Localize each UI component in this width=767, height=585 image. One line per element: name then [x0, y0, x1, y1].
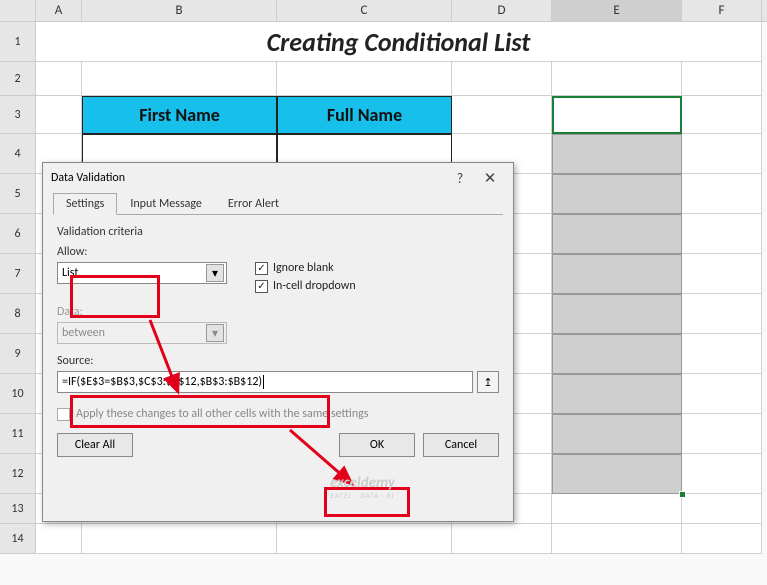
cell-B14[interactable]	[82, 524, 277, 554]
dialog-title: Data Validation	[51, 171, 445, 185]
cell-E6[interactable]	[552, 214, 682, 254]
table-header-first-name[interactable]: First Name	[82, 96, 277, 134]
cell-D2[interactable]	[452, 62, 552, 96]
row-label-4[interactable]: 4	[0, 134, 36, 174]
ignore-blank-checkbox[interactable]: ✓	[255, 262, 268, 275]
row-label-5[interactable]: 5	[0, 174, 36, 214]
cell-E12[interactable]	[552, 454, 682, 494]
row-label-9[interactable]: 9	[0, 334, 36, 374]
cell-C14[interactable]	[277, 524, 452, 554]
col-head-D[interactable]: D	[452, 0, 552, 21]
source-value: =IF($E$3=$B$3,$C$3:$C$12,$B$3:$B$12)	[62, 375, 262, 389]
tab-error-alert[interactable]: Error Alert	[215, 193, 292, 215]
col-head-F[interactable]: F	[682, 0, 762, 21]
row-label-10[interactable]: 10	[0, 374, 36, 414]
range-picker-button[interactable]: ↥	[477, 371, 499, 393]
cancel-button[interactable]: Cancel	[423, 433, 499, 457]
cell-D3[interactable]	[452, 96, 552, 134]
col-head-C[interactable]: C	[277, 0, 452, 21]
in-cell-dropdown-checkbox[interactable]: ✓	[255, 280, 268, 293]
cell-A3[interactable]	[36, 96, 82, 134]
table-header-full-name[interactable]: Full Name	[277, 96, 452, 134]
cell-E5[interactable]	[552, 174, 682, 214]
col-head-A[interactable]: A	[36, 0, 82, 21]
cell-F8[interactable]	[682, 294, 762, 334]
col-head-B[interactable]: B	[82, 0, 277, 21]
cell-A2[interactable]	[36, 62, 82, 96]
cell-F14[interactable]	[682, 524, 762, 554]
cell-E10[interactable]	[552, 374, 682, 414]
cell-F12[interactable]	[682, 454, 762, 494]
column-header-row: A B C D E F	[0, 0, 767, 22]
row-label-6[interactable]: 6	[0, 214, 36, 254]
cell-F9[interactable]	[682, 334, 762, 374]
apply-all-checkbox	[57, 408, 70, 421]
in-cell-dropdown-label: In-cell dropdown	[273, 279, 356, 293]
cell-A14[interactable]	[36, 524, 82, 554]
data-value: between	[62, 326, 105, 340]
cell-D14[interactable]	[452, 524, 552, 554]
cell-F7[interactable]	[682, 254, 762, 294]
page-title: Creating Conditional List	[36, 22, 762, 62]
cell-E7[interactable]	[552, 254, 682, 294]
cell-E11[interactable]	[552, 414, 682, 454]
allow-label: Allow:	[57, 245, 237, 259]
row-label-11[interactable]: 11	[0, 414, 36, 454]
row-label-7[interactable]: 7	[0, 254, 36, 294]
allow-value: List	[62, 266, 78, 280]
apply-all-label: Apply these changes to all other cells w…	[76, 407, 368, 421]
row-label-14[interactable]: 14	[0, 524, 36, 554]
cell-E2[interactable]	[552, 62, 682, 96]
cell-F10[interactable]	[682, 374, 762, 414]
cell-F2[interactable]	[682, 62, 762, 96]
ok-button[interactable]: OK	[339, 433, 415, 457]
row-label-3[interactable]: 3	[0, 96, 36, 134]
cell-F13[interactable]	[682, 494, 762, 524]
cell-F6[interactable]	[682, 214, 762, 254]
validation-criteria-label: Validation criteria	[57, 225, 499, 239]
clear-all-button[interactable]: Clear All	[57, 433, 133, 457]
chevron-down-icon: ▾	[206, 264, 224, 282]
cell-F5[interactable]	[682, 174, 762, 214]
cell-E4[interactable]	[552, 134, 682, 174]
data-label: Data:	[57, 305, 499, 319]
cell-C2[interactable]	[277, 62, 452, 96]
dialog-close-button[interactable]: ✕	[475, 169, 505, 188]
select-all-corner[interactable]	[0, 0, 36, 21]
chevron-down-icon: ▾	[206, 324, 224, 342]
data-select: between ▾	[57, 322, 227, 344]
source-label: Source:	[57, 354, 499, 368]
cell-F4[interactable]	[682, 134, 762, 174]
cell-B2[interactable]	[82, 62, 277, 96]
col-head-E[interactable]: E	[552, 0, 682, 21]
row-label-2[interactable]: 2	[0, 62, 36, 96]
row-label-13[interactable]: 13	[0, 494, 36, 524]
cell-F11[interactable]	[682, 414, 762, 454]
row-1: 1 Creating Conditional List	[0, 22, 767, 62]
cell-E3-active[interactable]	[552, 96, 682, 134]
tab-settings[interactable]: Settings	[53, 193, 117, 215]
source-input[interactable]: =IF($E$3=$B$3,$C$3:$C$12,$B$3:$B$12)	[57, 371, 473, 393]
tab-input-message[interactable]: Input Message	[117, 193, 215, 215]
row-label-8[interactable]: 8	[0, 294, 36, 334]
cell-E9[interactable]	[552, 334, 682, 374]
allow-select[interactable]: List ▾	[57, 262, 227, 284]
dialog-help-button[interactable]: ?	[445, 170, 475, 187]
ignore-blank-label: Ignore blank	[273, 261, 334, 275]
cell-E8[interactable]	[552, 294, 682, 334]
selection-fill-handle[interactable]	[679, 491, 686, 498]
row-label-12[interactable]: 12	[0, 454, 36, 494]
cell-F3[interactable]	[682, 96, 762, 134]
cell-E14[interactable]	[552, 524, 682, 554]
row-label-1[interactable]: 1	[0, 22, 36, 62]
cell-E13[interactable]	[552, 494, 682, 524]
data-validation-dialog: Data Validation ? ✕ Settings Input Messa…	[42, 162, 514, 522]
